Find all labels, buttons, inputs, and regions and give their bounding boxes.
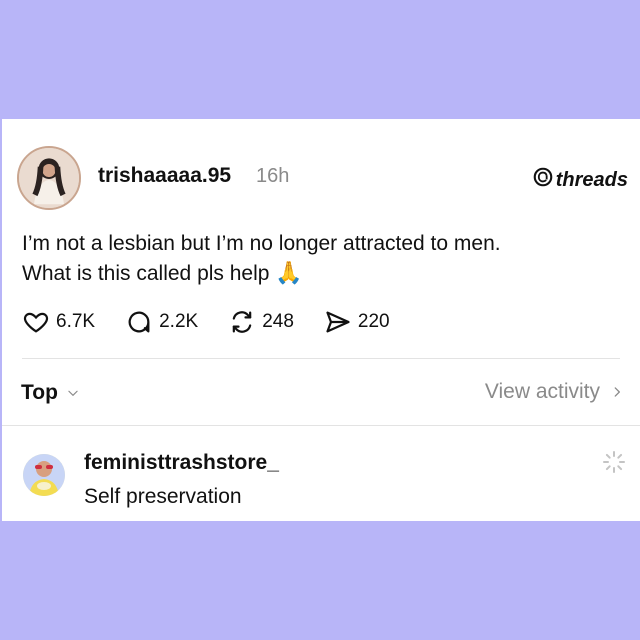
reply-text: Self preservation	[84, 485, 242, 508]
repost-count: 248	[262, 311, 294, 332]
share-count: 220	[357, 311, 390, 332]
like-button[interactable]: 6.7K	[22, 308, 95, 336]
post-body: I’m not a lesbian but I’m no longer attr…	[22, 229, 622, 288]
prayer-emoji: 🙏	[275, 260, 303, 285]
post-timestamp: 16h	[256, 165, 290, 187]
send-icon	[326, 311, 350, 333]
reply-avatar[interactable]	[23, 454, 65, 496]
author-username[interactable]: trishaaaaa.95	[98, 164, 231, 188]
like-count: 6.7K	[56, 311, 96, 332]
section-divider	[2, 425, 640, 426]
threads-logo-icon	[532, 166, 554, 194]
reply-button[interactable]: 2.2K	[125, 308, 198, 336]
post-text-line2: What is this called pls help	[22, 262, 270, 285]
heart-icon	[23, 312, 49, 333]
repost-button[interactable]: 248	[228, 308, 294, 336]
threads-post-card: trishaaaaa.95 16h threads I’m not a lesb…	[2, 119, 640, 521]
comment-icon	[128, 311, 150, 333]
reply-username[interactable]: feministtrashstore_	[84, 451, 279, 475]
sort-dropdown[interactable]: Top	[21, 381, 80, 405]
reply-count: 2.2K	[159, 311, 199, 332]
view-activity-link[interactable]: View activity	[485, 380, 624, 404]
threads-brand: threads	[532, 166, 628, 194]
sort-label: Top	[21, 381, 58, 404]
share-button[interactable]: 220	[324, 308, 390, 336]
reply-avatar-image	[23, 454, 65, 496]
author-avatar[interactable]	[17, 146, 81, 210]
chevron-down-icon	[68, 390, 78, 396]
view-activity-label: View activity	[484, 380, 600, 403]
loading-icon	[603, 451, 625, 473]
repost-icon	[232, 311, 252, 333]
threads-wordmark: threads	[555, 168, 628, 191]
post-text-line2-wrap: What is this called pls help 🙏	[22, 258, 622, 288]
post-actions: 6.7K 2.2K 248 220	[22, 308, 420, 336]
post-text-line1: I’m not a lesbian but I’m no longer attr…	[22, 232, 501, 255]
post-divider	[22, 358, 620, 359]
author-avatar-image	[19, 148, 79, 208]
chevron-right-icon	[614, 387, 620, 397]
